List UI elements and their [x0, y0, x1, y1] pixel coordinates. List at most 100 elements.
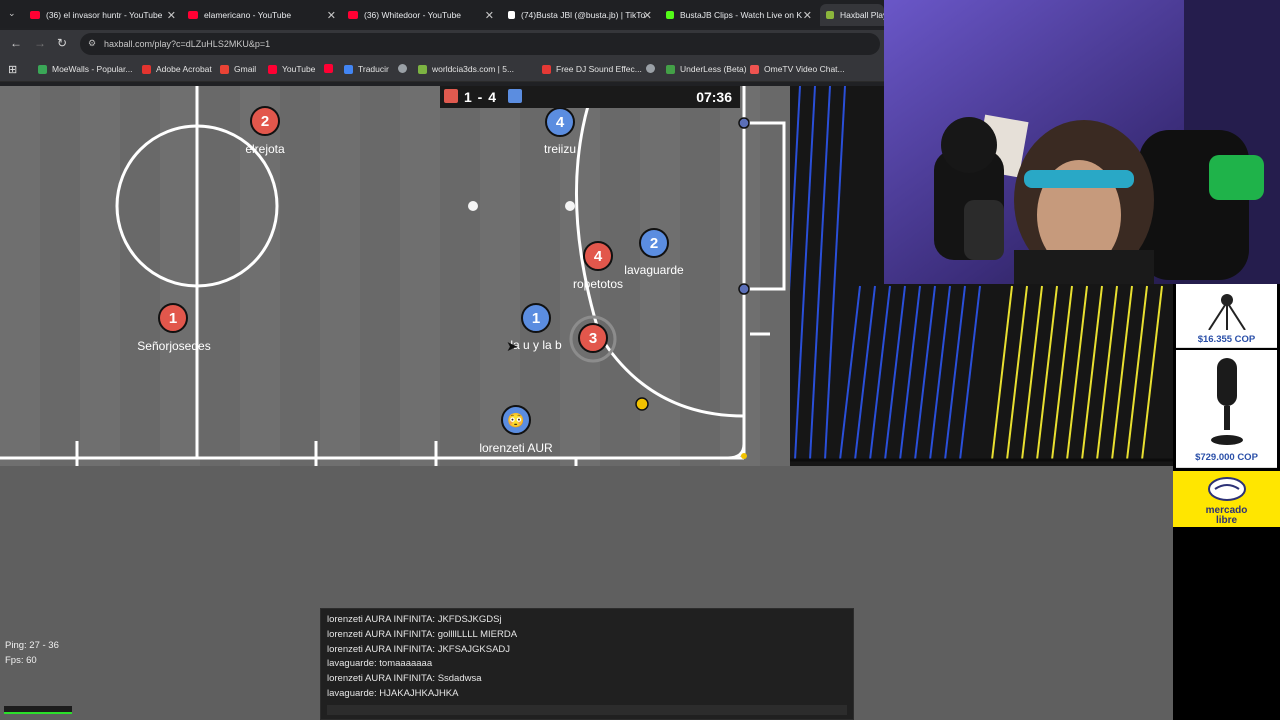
- reload-icon[interactable]: ↻: [57, 36, 67, 50]
- tab-strip: ⌄ (36) el invasor huntr - YouTube ✕ elam…: [0, 0, 884, 28]
- bookmark-youtube[interactable]: YouTube: [268, 64, 315, 74]
- player-name: elrejota: [245, 142, 285, 156]
- fps-graph: [4, 706, 72, 714]
- player-red-2: 2: [250, 106, 280, 136]
- tripod-icon: [1207, 294, 1246, 330]
- chat-message: lorenzeti AURA INFINITA: Ssdadwsa: [327, 673, 482, 685]
- haxball-icon: [826, 11, 834, 19]
- close-tab-icon[interactable]: ✕: [167, 9, 176, 22]
- pitch: 2 elrejota 4 treiizu 4 ropetotos 2 lavag…: [0, 86, 790, 466]
- back-icon[interactable]: ←: [10, 36, 22, 50]
- tab-youtube-3[interactable]: (36) Whitedoor - YouTube ✕: [348, 4, 498, 26]
- mercado-libre-logo[interactable]: mercado libre: [1173, 471, 1280, 527]
- blue-team-icon: [508, 89, 522, 103]
- webcam-overlay: [884, 0, 1280, 284]
- player-name: la u y la b: [510, 338, 562, 352]
- underless-icon: [666, 64, 675, 74]
- product-price: $729.000 COP: [1195, 452, 1258, 463]
- chat-message: lavaguarde: HJAKAJHKAJHKA: [327, 687, 459, 699]
- chat-message: lorenzeti AURA INFINITA: JKFDSJKGDSj: [327, 614, 502, 625]
- tab-kick[interactable]: BustaJB Clips - Watch Live on K ✕: [666, 4, 816, 26]
- youtube-icon: [30, 11, 40, 19]
- score: 1 - 4: [464, 89, 498, 105]
- bookmark-youtube-2[interactable]: [324, 64, 338, 73]
- tab-tiktok[interactable]: (74)Busta JBl (@busta.jb) | TikTo ✕: [508, 4, 656, 26]
- product-price: $16.355 COP: [1197, 334, 1256, 345]
- close-tab-icon[interactable]: ✕: [485, 9, 494, 22]
- youtube-icon: [188, 11, 198, 19]
- dj-icon: [542, 64, 551, 74]
- microphone-icon: [1210, 358, 1243, 445]
- handshake-icon: [1207, 477, 1246, 501]
- tab-title: (36) el invasor huntr - YouTube: [46, 10, 163, 20]
- acrobat-icon: [142, 64, 151, 74]
- player-name: lorenzeti AUR: [479, 441, 553, 455]
- player-blue-emoji: 😳: [501, 405, 531, 435]
- bookmark-moewalls[interactable]: MoeWalls - Popular...: [38, 64, 132, 74]
- bookmarks-bar: ⊞ MoeWalls - Popular... Adobe Acrobat Gm…: [0, 58, 884, 82]
- tab-title: (74)Busta JBl (@busta.jb) | TikTo: [521, 10, 646, 20]
- scoreboard: 1 - 4 07:36: [440, 86, 740, 108]
- close-tab-icon[interactable]: ✕: [327, 9, 336, 22]
- player-name: lavaguarde: [624, 263, 684, 277]
- moewalls-icon: [38, 64, 47, 74]
- bookmark-globe-2[interactable]: [646, 64, 660, 73]
- worldcia-icon: [418, 64, 427, 74]
- player-red-4: 4: [583, 241, 613, 271]
- bookmark-ometv[interactable]: OmeTV Video Chat...: [750, 64, 845, 74]
- player-name: ropetotos: [572, 277, 624, 291]
- product-card[interactable]: $729.000 COP: [1176, 350, 1277, 468]
- tab-youtube-2[interactable]: elamericano - YouTube ✕: [188, 4, 340, 26]
- browser-window: ⌄ (36) el invasor huntr - YouTube ✕ elam…: [0, 0, 884, 86]
- globe-icon: [646, 64, 655, 73]
- bookmark-traducir[interactable]: Traducir: [344, 64, 389, 74]
- chat-message: lorenzeti AURA INFINITA: JKFSAJGKSADJ: [327, 643, 511, 655]
- bookmark-globe[interactable]: [398, 64, 412, 73]
- player-name: Señorjosedes: [137, 339, 211, 353]
- globe-icon: [398, 64, 407, 73]
- tiktok-icon: [508, 11, 515, 19]
- tab-title: elamericano - YouTube: [204, 10, 292, 20]
- chat-message: lavaguarde: tomaaaaaaa: [327, 658, 433, 670]
- chat-box: lorenzeti AURA INFINITA: JKFDSJKGDSj lor…: [320, 608, 854, 720]
- network-stats: Ping: 27 - 36 Fps: 60: [5, 638, 59, 668]
- forward-icon[interactable]: →: [34, 36, 46, 50]
- tab-search-icon[interactable]: ⌄: [8, 8, 16, 19]
- tab-title: Haxball Play: [840, 10, 884, 20]
- bookmark-free-dj[interactable]: Free DJ Sound Effec...: [542, 64, 642, 74]
- bookmark-gmail[interactable]: Gmail: [220, 64, 256, 74]
- url-input[interactable]: ⚙ haxball.com/play?c=dLZuHLS2MKU&p=1: [80, 33, 880, 55]
- player-blue-2: 2: [639, 228, 669, 258]
- tab-youtube-1[interactable]: (36) el invasor huntr - YouTube ✕: [30, 4, 180, 26]
- youtube-icon: [324, 64, 333, 73]
- ometv-icon: [750, 64, 759, 74]
- red-team-icon: [444, 89, 458, 103]
- webcam-image: [884, 0, 1280, 284]
- chat-input[interactable]: [327, 705, 847, 715]
- ping-text: Ping: 27 - 36: [5, 640, 59, 651]
- address-bar-row: ← → ↻ ⚙ haxball.com/play?c=dLZuHLS2MKU&p…: [0, 30, 884, 58]
- brand-name: mercado libre: [1205, 505, 1248, 526]
- apps-grid-icon[interactable]: ⊞: [8, 63, 17, 76]
- bookmark-underless[interactable]: UnderLess (Beta): [666, 64, 747, 74]
- product-card[interactable]: $16.355 COP: [1176, 284, 1277, 348]
- url-text: haxball.com/play?c=dLZuHLS2MKU&p=1: [104, 39, 271, 49]
- close-tab-icon[interactable]: ✕: [803, 9, 812, 22]
- product-ads: $16.355 COP $729.000 COP mercado libre: [1173, 284, 1280, 720]
- translate-icon: [344, 64, 353, 74]
- player-red-3: 3: [578, 323, 608, 353]
- bookmark-worldcia3ds[interactable]: worldcia3ds.com | 5...: [418, 64, 514, 74]
- player-red-1: 1: [158, 303, 188, 333]
- close-tab-icon[interactable]: ✕: [643, 9, 652, 22]
- site-info-icon[interactable]: ⚙: [88, 38, 96, 49]
- kick-icon: [666, 11, 674, 19]
- player-blue-1: 1: [521, 303, 551, 333]
- tab-title: BustaJB Clips - Watch Live on K: [680, 10, 803, 20]
- youtube-icon: [348, 11, 358, 19]
- bookmark-adobe-acrobat[interactable]: Adobe Acrobat: [142, 64, 212, 74]
- youtube-icon: [268, 64, 277, 74]
- tab-haxball[interactable]: Haxball Play: [820, 4, 884, 26]
- gmail-icon: [220, 64, 229, 74]
- player-blue-4: 4: [545, 107, 575, 137]
- ball: [635, 397, 649, 411]
